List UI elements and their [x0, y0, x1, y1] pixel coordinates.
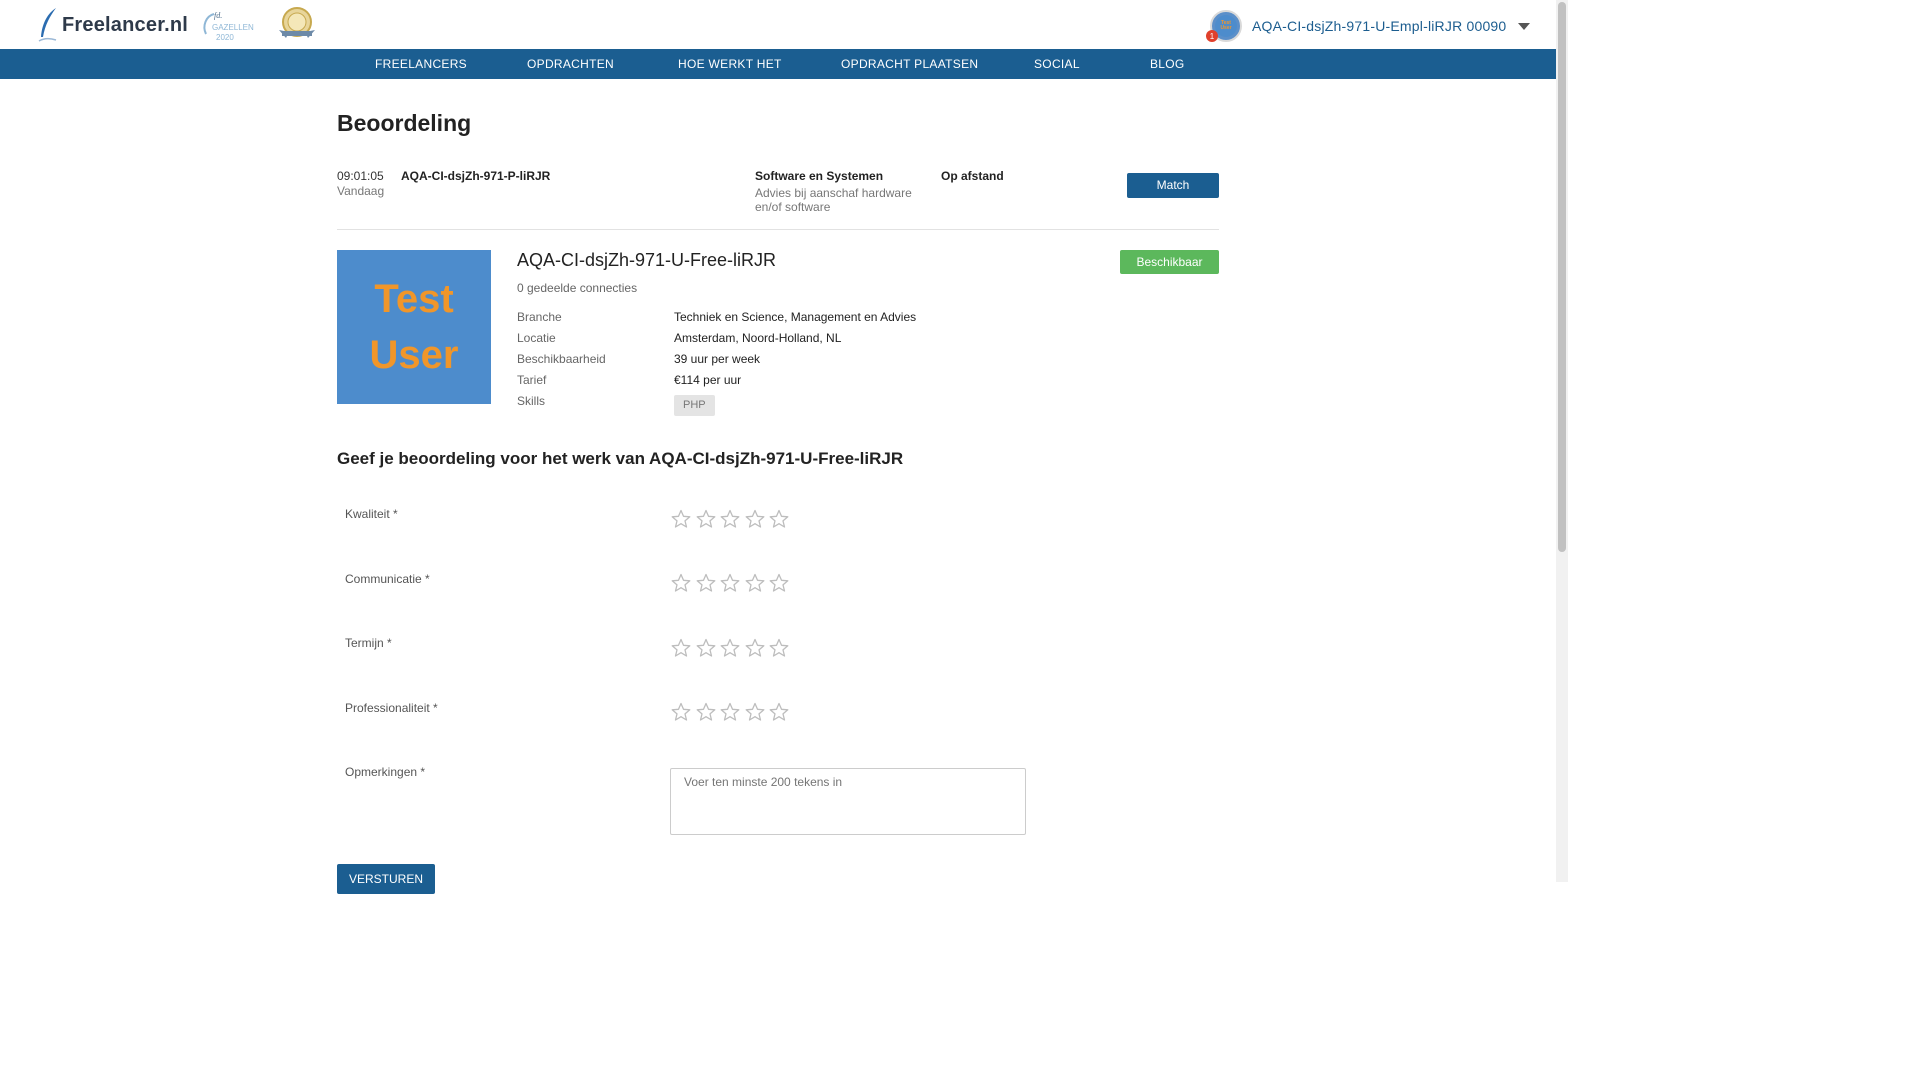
star-icon[interactable] [669, 701, 694, 723]
profile-photo: Test User [337, 250, 491, 404]
main-navigation: FREELANCERS OPDRACHTEN HOE WERKT HET OPD… [0, 49, 1556, 79]
rating-label-termijn: Termijn * [345, 636, 392, 650]
job-day: Vandaag [337, 184, 385, 198]
rating-label-kwaliteit: Kwaliteit * [345, 507, 398, 521]
notification-badge[interactable]: 1 [1206, 30, 1218, 42]
detail-value-branche: Techniek en Science, Management en Advie… [674, 310, 917, 324]
freelancer-name[interactable]: AQA-CI-dsjZh-971-U-Free-liRJR [517, 250, 776, 271]
nav-item-opdracht-plaatsen[interactable]: OPDRACHT PLAATSEN [841, 49, 978, 79]
job-category: Software en Systemen [755, 169, 884, 183]
remarks-textarea[interactable] [670, 768, 1026, 835]
brand-name: Freelancer.nl [62, 13, 188, 36]
award-text: GAZELLEN [212, 23, 254, 32]
star-rating-communicatie[interactable] [669, 572, 792, 594]
chevron-down-icon[interactable] [1518, 22, 1531, 30]
detail-value-tarief: €114 per uur [674, 373, 742, 387]
job-summary-row: 09:01:05 Vandaag AQA-CI-dsjZh-971-P-liRJ… [337, 168, 1219, 230]
feather-icon [38, 8, 57, 42]
photo-text-line1: Test [374, 277, 454, 321]
user-name[interactable]: AQA-CI-dsjZh-971-U-Empl-liRJR 00090 [1252, 18, 1506, 34]
detail-label-skills: Skills [517, 394, 546, 408]
match-button[interactable]: Match [1127, 173, 1219, 198]
user-menu[interactable]: Test User 1 AQA-CI-dsjZh-971-U-Empl-liRJR… [1206, 8, 1531, 44]
scrollbar-thumb[interactable] [1558, 2, 1566, 552]
job-title[interactable]: AQA-CI-dsjZh-971-P-liRJR [401, 169, 550, 183]
star-icon[interactable] [718, 508, 743, 530]
svg-text:fd.: fd. [214, 11, 222, 20]
avatar[interactable]: Test User 1 [1206, 10, 1242, 42]
nav-item-blog[interactable]: BLOG [1150, 49, 1185, 79]
star-icon[interactable] [694, 572, 719, 594]
review-title: Geef je beoordeling voor het werk van AQ… [337, 449, 904, 468]
avatar-image: Test User [1215, 15, 1237, 37]
star-icon[interactable] [767, 701, 792, 723]
star-icon[interactable] [718, 572, 743, 594]
rating-label-communicatie: Communicatie * [345, 572, 430, 586]
remarks-label: Opmerkingen * [345, 765, 426, 779]
star-icon[interactable] [669, 637, 694, 659]
detail-label-branche: Branche [517, 310, 562, 324]
top-header: Freelancer.nl fd. GAZELLEN 2020 Test User… [0, 0, 1556, 49]
star-icon[interactable] [743, 572, 768, 594]
star-icon[interactable] [694, 701, 719, 723]
skill-tag: PHP [674, 395, 715, 416]
page-title: Beoordeling [337, 110, 472, 136]
freelancer-logo[interactable]: Freelancer.nl [36, 6, 188, 44]
job-location-type: Op afstand [941, 169, 1004, 183]
award-year: 2020 [216, 33, 234, 42]
detail-label-tarief: Tarief [517, 373, 547, 387]
star-icon[interactable] [718, 637, 743, 659]
star-icon[interactable] [669, 508, 694, 530]
star-rating-kwaliteit[interactable] [669, 508, 792, 530]
nav-item-social[interactable]: SOCIAL [1034, 49, 1080, 79]
detail-label-locatie: Locatie [517, 331, 556, 345]
nav-item-hoe-werkt-het[interactable]: HOE WERKT HET [678, 49, 782, 79]
star-icon[interactable] [694, 508, 719, 530]
submit-button[interactable]: VERSTUREN [337, 864, 435, 894]
star-icon[interactable] [694, 637, 719, 659]
rating-label-professionaliteit: Professionaliteit * [345, 701, 438, 715]
star-icon[interactable] [718, 701, 743, 723]
star-rating-professionaliteit[interactable] [669, 701, 792, 723]
star-icon[interactable] [743, 701, 768, 723]
detail-value-beschikbaarheid: 39 uur per week [674, 352, 761, 366]
detail-label-beschikbaarheid: Beschikbaarheid [517, 352, 606, 366]
star-rating-termijn[interactable] [669, 637, 792, 659]
shared-connections[interactable]: 0 gedeelde connecties [517, 281, 637, 295]
gazellen-award-logo: fd. GAZELLEN 2020 [203, 11, 254, 42]
job-time: 09:01:05 [337, 169, 384, 183]
photo-text-line2: User [369, 333, 459, 377]
star-icon[interactable] [743, 508, 768, 530]
nav-item-freelancers[interactable]: FREELANCERS [375, 49, 467, 79]
scrollbar[interactable] [1556, 0, 1568, 882]
award-seal-icon [279, 7, 315, 38]
star-icon[interactable] [767, 508, 792, 530]
star-icon[interactable] [743, 637, 768, 659]
detail-value-locatie: Amsterdam, Noord-Holland, NL [674, 331, 842, 345]
star-icon[interactable] [767, 572, 792, 594]
job-subcategory: Advies bij aanschaf hardware en/of softw… [755, 186, 912, 214]
star-icon[interactable] [767, 637, 792, 659]
star-icon[interactable] [669, 572, 694, 594]
nav-item-opdrachten[interactable]: OPDRACHTEN [527, 49, 614, 79]
availability-badge: Beschikbaar [1120, 250, 1219, 274]
